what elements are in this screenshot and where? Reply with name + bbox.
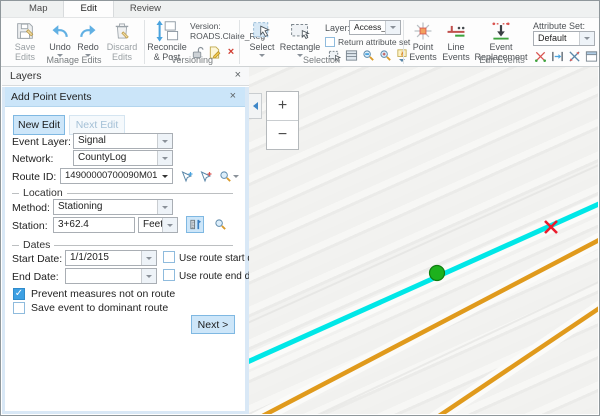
- select-icon: [251, 19, 274, 43]
- group-manage-edits: Save Edits Undo Redo Discard: [5, 18, 143, 66]
- attribute-set-combobox[interactable]: Default: [533, 31, 595, 46]
- use-route-end-date-checkbox[interactable]: ✓: [163, 269, 175, 281]
- version-value: ROADS.Claire_Reg: [190, 31, 238, 41]
- map-features: [249, 67, 598, 414]
- return-attribute-set-label: Return attribute set: [338, 37, 410, 47]
- background-road: [309, 281, 598, 414]
- map-zoom-control: + −: [266, 91, 299, 150]
- add-point-events-header[interactable]: Add Point Events ×: [5, 87, 245, 107]
- chevron-down-icon[interactable]: [233, 175, 239, 178]
- add-point-events-pane: Add Point Events × New Edit Next Edit Ev…: [2, 87, 249, 414]
- app-window: Map Edit Review Save Edits Undo: [0, 0, 600, 416]
- group-caption: Versioning: [146, 55, 238, 65]
- undo-icon: [50, 19, 70, 43]
- chevron-down-icon[interactable]: [157, 151, 172, 165]
- layers-pane-header[interactable]: Layers ×: [2, 67, 249, 86]
- save-icon: [14, 19, 36, 43]
- collapse-left-icon: [253, 102, 258, 110]
- collapse-pane-button[interactable]: [249, 93, 262, 119]
- undo-button[interactable]: Undo: [47, 19, 73, 57]
- layers-pane-title: Layers: [10, 70, 42, 82]
- reconcile-icon: [155, 19, 179, 43]
- chevron-down-icon[interactable]: [157, 200, 172, 214]
- prevent-measures-label: Prevent measures not on route: [31, 288, 175, 300]
- next-button[interactable]: Next >: [191, 315, 235, 334]
- layer-label: Layer:: [325, 23, 350, 33]
- station-label: Station:: [12, 220, 48, 232]
- ribbon: Save Edits Undo Redo Discard: [1, 18, 599, 67]
- rectangle-select-button[interactable]: Rectangle: [279, 19, 321, 57]
- units-combobox[interactable]: Feet: [138, 217, 178, 233]
- pick-route-from-selection-icon[interactable]: [197, 168, 215, 185]
- select-button[interactable]: Select: [247, 19, 277, 57]
- group-caption: Edit Events: [405, 55, 599, 65]
- line-events-icon: [445, 19, 467, 43]
- version-label: Version:: [190, 21, 238, 31]
- zoom-out-button[interactable]: −: [267, 120, 298, 149]
- route-id-combobox[interactable]: 14900000700090M01: [60, 168, 173, 184]
- start-date-label: Start Date:: [12, 253, 62, 265]
- ribbon-tab-bar: Map Edit Review: [1, 1, 599, 18]
- background-road: [249, 164, 598, 325]
- network-label: Network:: [12, 153, 53, 165]
- end-date-label: End Date:: [12, 271, 59, 283]
- station-input[interactable]: 3+62.4: [53, 217, 135, 233]
- tab-edit[interactable]: Edit: [63, 0, 113, 17]
- end-date-combobox[interactable]: [65, 268, 157, 284]
- event-replacement-icon: [489, 19, 513, 43]
- zoom-in-button[interactable]: +: [267, 92, 298, 120]
- group-selection: Select Rectangle Layer: Access_Control ✓…: [241, 18, 402, 66]
- location-section-header: Location: [12, 187, 233, 199]
- chevron-down-icon[interactable]: [385, 21, 400, 34]
- use-route-start-date-checkbox[interactable]: ✓: [163, 251, 175, 263]
- prevent-measures-checkbox[interactable]: ✓: [13, 288, 25, 300]
- close-icon[interactable]: ×: [230, 90, 236, 102]
- redo-button[interactable]: Redo: [75, 19, 101, 57]
- pick-route-from-map-icon[interactable]: [178, 168, 196, 185]
- new-edit-button[interactable]: New Edit: [13, 115, 65, 135]
- trash-icon: [112, 19, 132, 43]
- tab-map[interactable]: Map: [13, 1, 63, 17]
- network-combobox[interactable]: CountyLog: [73, 150, 173, 166]
- zoom-to-station-icon[interactable]: [211, 216, 229, 233]
- route-id-label: Route ID:: [12, 171, 56, 183]
- redo-icon: [78, 19, 98, 43]
- method-label: Method:: [12, 202, 50, 214]
- event-layer-label: Event Layer:: [12, 136, 71, 148]
- group-caption: Selection: [241, 55, 402, 65]
- pick-station-on-map-button[interactable]: [186, 216, 204, 233]
- save-to-dominant-checkbox[interactable]: ✓: [13, 302, 25, 314]
- chevron-down-icon[interactable]: [141, 251, 156, 265]
- group-edit-events: Point Events Line Events Event Replaceme…: [405, 18, 599, 66]
- next-edit-button[interactable]: Next Edit: [69, 115, 125, 135]
- layer-combobox[interactable]: Access_Control: [349, 20, 401, 35]
- attribute-set-label: Attribute Set:: [533, 21, 585, 31]
- tab-review[interactable]: Review: [114, 1, 177, 17]
- close-icon[interactable]: ×: [235, 69, 241, 81]
- event-layer-combobox[interactable]: Signal: [73, 133, 173, 149]
- pane-title: Add Point Events: [11, 91, 92, 103]
- chevron-down-icon[interactable]: [158, 169, 172, 183]
- chevron-down-icon[interactable]: [162, 218, 177, 232]
- chevron-down-icon[interactable]: [579, 32, 594, 45]
- group-versioning: Reconcile & Post Version: ROADS.Claire_R…: [146, 18, 238, 66]
- zoom-to-route-icon[interactable]: [217, 168, 241, 185]
- point-event-marker[interactable]: [430, 266, 445, 281]
- save-to-dominant-label: Save event to dominant route: [31, 302, 168, 314]
- rectangle-select-icon: [289, 19, 312, 43]
- point-events-icon: [412, 19, 434, 43]
- group-caption: Manage Edits: [5, 55, 143, 65]
- chevron-down-icon[interactable]: [141, 269, 156, 283]
- map-view[interactable]: + −: [249, 67, 598, 414]
- chevron-down-icon[interactable]: [157, 134, 172, 148]
- start-date-combobox[interactable]: 1/1/2015: [65, 250, 157, 266]
- method-combobox[interactable]: Stationing: [53, 199, 173, 215]
- return-attribute-set-checkbox[interactable]: ✓: [325, 37, 335, 47]
